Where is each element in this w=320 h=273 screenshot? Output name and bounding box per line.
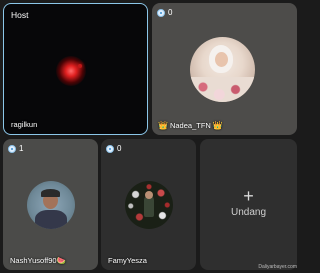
host-username: ragilkun: [11, 120, 38, 129]
guest-seat-nashyusoff[interactable]: 1 NashYusoff90🍉: [3, 139, 98, 270]
avatar-flowers: [190, 77, 255, 102]
watermark: Daliyarbayer.com: [258, 264, 297, 270]
guest-seat-famyyesza[interactable]: 0 FamyYesza: [101, 139, 196, 270]
seat-count: 0: [168, 8, 173, 17]
crown-icon: 👑: [158, 121, 168, 130]
avatar-cap: [41, 189, 60, 197]
coin-icon: [8, 144, 16, 153]
seat-username: NashYusoff90🍉: [10, 256, 66, 265]
avatar-body: [35, 210, 67, 229]
invite-seat[interactable]: + Undang: [200, 139, 297, 270]
coin-icon: [106, 144, 114, 153]
avatar[interactable]: [125, 181, 173, 229]
avatar-face: [215, 52, 228, 67]
seat-username: FamyYesza: [108, 256, 147, 265]
avatar[interactable]: [190, 37, 255, 102]
crown-icon: 👑: [212, 121, 223, 130]
seat-badge: 0: [157, 8, 172, 17]
guest-seat-nadea[interactable]: 0 👑 Nadea_TFN 👑: [152, 3, 297, 135]
invite-label: Undang: [230, 207, 267, 218]
host-seat[interactable]: Host ragilkun: [3, 3, 148, 135]
seat-username-row: 👑 Nadea_TFN 👑: [158, 121, 223, 130]
invite-button[interactable]: + Undang: [200, 187, 297, 218]
coin-icon: [157, 8, 165, 17]
seat-badge: 1: [8, 144, 23, 153]
seat-count: 0: [117, 144, 122, 153]
plus-icon: +: [243, 186, 254, 206]
seat-username: Nadea_TFN: [169, 121, 211, 130]
avatar-head: [145, 191, 153, 199]
host-label: Host: [11, 10, 29, 20]
host-video-feed: [56, 56, 86, 86]
seat-badge: 0: [106, 144, 121, 153]
host-video-light: [78, 64, 82, 68]
seat-count: 1: [19, 144, 24, 153]
avatar[interactable]: [27, 181, 75, 229]
